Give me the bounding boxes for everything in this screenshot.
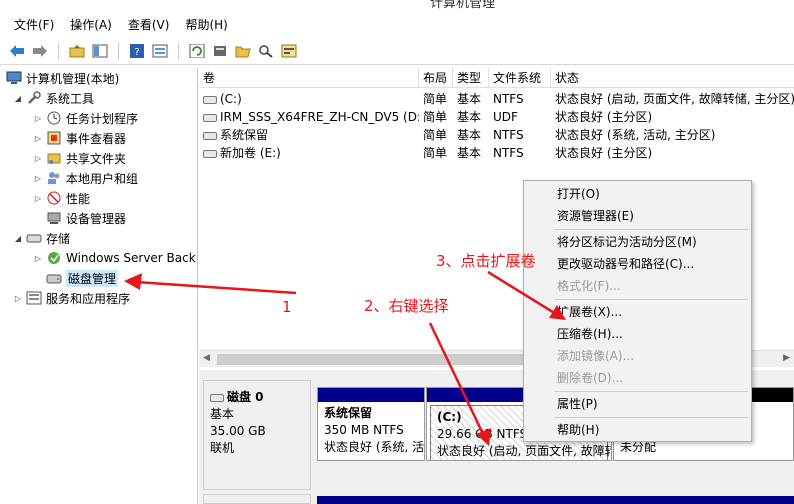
navigation-tree: 计算机管理(本地) ◢ 系统工具 ▷ 任务计划程序 ▷ 事件查看器 ▷ 共享文件…	[2, 68, 198, 504]
menu-item-open[interactable]: 打开(O)	[557, 184, 600, 204]
column-header-layout[interactable]: 布局	[419, 68, 453, 88]
expand-icon[interactable]: ▷	[32, 114, 44, 123]
tree-item-computer-management[interactable]: 计算机管理(本地)	[4, 68, 119, 88]
tree-item-shared-folders[interactable]: ▷ 共享文件夹	[32, 148, 126, 168]
up-folder-icon[interactable]	[68, 42, 86, 60]
annotation-step-3: 3、点击扩展卷	[436, 252, 536, 270]
menu-file[interactable]: 文件(F)	[6, 16, 62, 33]
settings-icon[interactable]	[211, 42, 229, 60]
clock-icon	[46, 110, 62, 126]
table-row[interactable]: (C:) 简单 基本 NTFS 状态良好 (启动, 页面文件, 故障转储, 主分…	[199, 90, 794, 108]
collapse-icon[interactable]: ◢	[12, 234, 24, 243]
tree-item-local-users[interactable]: ▷ 本地用户和组	[32, 168, 138, 188]
tree-item-system-tools[interactable]: ◢ 系统工具	[12, 88, 94, 108]
window-title: 计算机管理	[430, 0, 496, 10]
device-manager-icon	[46, 210, 62, 226]
tree-item-device-manager[interactable]: 设备管理器	[44, 208, 126, 228]
refresh-icon[interactable]	[188, 42, 206, 60]
context-menu: 打开(O) 资源管理器(E) 将分区标记为活动分区(M) 更改驱动器号和路径(C…	[523, 180, 752, 442]
scroll-left-icon[interactable]: ◀	[203, 353, 210, 363]
volume-list-header: 卷 布局 类型 文件系统 状态	[199, 68, 794, 88]
menu-item-shrink-volume[interactable]: 压缩卷(H)...	[557, 324, 623, 344]
menu-item-help[interactable]: 帮助(H)	[557, 420, 599, 440]
menu-item-extend-volume[interactable]: 扩展卷(X)...	[557, 302, 622, 322]
menu-item-properties[interactable]: 属性(P)	[557, 394, 598, 414]
expand-icon[interactable]: ▷	[32, 174, 44, 183]
menu-view[interactable]: 查看(V)	[120, 16, 178, 33]
toolbar-separator	[178, 41, 179, 60]
table-row[interactable]: IRM_SSS_X64FRE_ZH-CN_DV5 (D:) 简单 基本 UDF …	[199, 108, 794, 126]
tree-item-task-scheduler[interactable]: ▷ 任务计划程序	[32, 108, 138, 128]
export-icon[interactable]	[280, 42, 298, 60]
optical-drive-icon	[203, 113, 217, 122]
tree-item-storage[interactable]: ◢ 存储	[12, 228, 70, 248]
column-header-type[interactable]: 类型	[453, 68, 489, 88]
svg-text:?: ?	[134, 47, 139, 58]
menu-separator	[554, 417, 748, 418]
table-row[interactable]: 系统保留 简单 基本 NTFS 状态良好 (系统, 活动, 主分区)	[199, 126, 794, 144]
storage-icon	[26, 230, 42, 246]
menu-item-mark-active[interactable]: 将分区标记为活动分区(M)	[557, 232, 697, 252]
menu-item-add-mirror[interactable]: 添加镜像(A)...	[557, 346, 634, 366]
tree-item-disk-management[interactable]: 磁盘管理	[44, 268, 119, 288]
menu-bar: 文件(F) 操作(A) 查看(V) 帮助(H)	[0, 12, 794, 36]
disk-info-second	[203, 494, 311, 504]
column-header-volume[interactable]: 卷	[199, 68, 419, 88]
tree-item-services-apps[interactable]: ▷ 服务和应用程序	[12, 288, 130, 308]
annotation-step-2: 2、右键选择	[364, 297, 449, 315]
back-arrow-icon[interactable]	[8, 42, 26, 60]
toolbar-separator	[58, 41, 59, 60]
disk-info[interactable]: 磁盘 0 基本 35.00 GB 联机	[203, 380, 311, 490]
partition-bar-second	[317, 496, 794, 504]
partition-system-reserved[interactable]: 系统保留 350 MB NTFS 状态良好 (系统, 活	[317, 387, 425, 461]
tools-icon	[26, 90, 42, 106]
column-header-status[interactable]: 状态	[551, 68, 794, 88]
toolbar: ?	[0, 37, 794, 65]
expand-icon[interactable]: ▷	[32, 134, 44, 143]
drive-icon	[203, 95, 217, 104]
search-disk-icon[interactable]	[257, 42, 275, 60]
tree-item-performance[interactable]: ▷ 性能	[32, 188, 90, 208]
open-folder-icon[interactable]	[234, 42, 252, 60]
menu-item-explorer[interactable]: 资源管理器(E)	[557, 206, 634, 226]
expand-icon[interactable]: ▷	[32, 254, 44, 263]
menu-separator	[554, 229, 748, 230]
expand-icon[interactable]: ▷	[32, 154, 44, 163]
menu-action[interactable]: 操作(A)	[62, 16, 120, 33]
expand-icon[interactable]: ▷	[32, 194, 44, 203]
collapse-icon[interactable]: ◢	[12, 94, 24, 103]
menu-item-format[interactable]: 格式化(F)...	[557, 276, 621, 296]
disk-management-icon	[46, 270, 62, 286]
event-log-icon	[46, 130, 62, 146]
tree-item-event-viewer[interactable]: ▷ 事件查看器	[32, 128, 126, 148]
services-icon	[26, 290, 42, 306]
performance-icon	[46, 190, 62, 206]
help-icon[interactable]: ?	[128, 42, 146, 60]
annotation-step-1: 1	[282, 298, 292, 316]
drive-icon	[203, 149, 217, 158]
table-row[interactable]: 新加卷 (E:) 简单 基本 NTFS 状态良好 (主分区)	[199, 144, 794, 162]
users-icon	[46, 170, 62, 186]
scrollbar-thumb[interactable]	[217, 354, 547, 365]
forward-arrow-icon[interactable]	[31, 42, 49, 60]
scroll-right-icon[interactable]: ▶	[783, 353, 790, 363]
menu-separator	[554, 391, 748, 392]
menu-item-delete-volume[interactable]: 删除卷(D)...	[557, 368, 623, 388]
menu-item-change-letter[interactable]: 更改驱动器号和路径(C)...	[557, 254, 694, 274]
properties-icon[interactable]	[151, 42, 169, 60]
tree-item-windows-server-backup[interactable]: ▷ Windows Server Back	[32, 248, 196, 268]
shared-folder-icon	[46, 150, 62, 166]
computer-icon	[6, 70, 22, 86]
show-hide-tree-icon[interactable]	[91, 42, 109, 60]
backup-icon	[46, 250, 62, 266]
menu-separator	[554, 299, 748, 300]
drive-icon	[203, 131, 217, 140]
title-bar: 计算机管理	[0, 0, 794, 10]
disk-icon	[210, 393, 224, 402]
expand-icon[interactable]: ▷	[12, 294, 24, 303]
column-header-filesystem[interactable]: 文件系统	[489, 68, 551, 88]
menu-help[interactable]: 帮助(H)	[177, 16, 235, 33]
toolbar-separator	[118, 41, 119, 60]
